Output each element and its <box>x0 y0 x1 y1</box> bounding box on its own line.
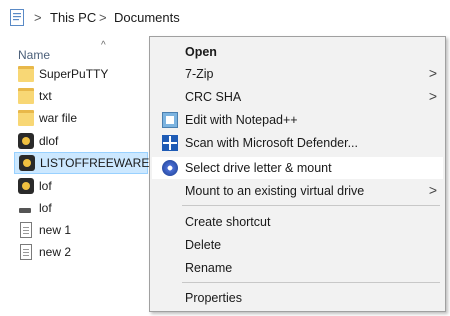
file-row-new-2[interactable]: new 2 <box>14 241 148 263</box>
menu-item-crc-sha[interactable]: CRC SHA > <box>152 86 443 108</box>
folder-icon <box>18 66 34 82</box>
menu-item-edit-notepad-plus-plus[interactable]: Edit with Notepad++ <box>152 109 443 131</box>
file-name: txt <box>39 89 52 103</box>
sort-ascending-icon: ^ <box>101 40 106 51</box>
file-row-new-1[interactable]: new 1 <box>14 219 148 241</box>
file-row-lof[interactable]: lof <box>14 175 148 197</box>
menu-item-scan-defender[interactable]: Scan with Microsoft Defender... <box>152 132 443 154</box>
menu-item-label: Create shortcut <box>185 215 271 229</box>
context-menu: Open 7-Zip > CRC SHA > Edit with Notepad… <box>149 36 446 312</box>
menu-item-7zip[interactable]: 7-Zip > <box>152 63 443 85</box>
menu-item-label: Properties <box>185 291 242 305</box>
chevron-right-icon: > <box>428 88 437 104</box>
menu-item-label: Edit with Notepad++ <box>185 113 298 127</box>
folder-icon <box>18 110 34 126</box>
folder-icon <box>18 88 34 104</box>
menu-item-label: CRC SHA <box>185 90 242 104</box>
menu-item-label: Rename <box>185 261 233 275</box>
file-name: dlof <box>39 134 59 148</box>
chevron-right-icon: > <box>428 182 437 198</box>
menu-item-label: Select drive letter & mount <box>185 161 332 175</box>
text-file-icon <box>20 244 32 260</box>
file-row-listoffreeware[interactable]: LISTOFFREEWARE <box>14 152 150 174</box>
document-folder-icon <box>10 9 24 26</box>
file-name: new 2 <box>39 245 72 259</box>
file-name: war file <box>39 111 78 125</box>
file-name: new 1 <box>39 223 72 237</box>
file-name: SuperPuTTY <box>39 67 109 81</box>
menu-item-delete[interactable]: Delete <box>152 234 443 256</box>
app-icon <box>18 133 34 149</box>
defender-shield-icon <box>162 135 178 151</box>
text-file-icon <box>20 222 32 238</box>
menu-item-create-shortcut[interactable]: Create shortcut <box>152 211 443 233</box>
menu-item-label: Scan with Microsoft Defender... <box>185 136 358 150</box>
menu-item-label: Open <box>185 45 217 59</box>
menu-item-label: Mount to an existing virtual drive <box>185 184 365 198</box>
menu-item-open[interactable]: Open <box>152 41 443 63</box>
column-header-name[interactable]: Name <box>18 48 50 62</box>
menu-separator <box>182 282 440 283</box>
menu-item-rename[interactable]: Rename <box>152 257 443 279</box>
file-row-txt[interactable]: txt <box>14 85 148 107</box>
menu-item-label: Delete <box>185 238 222 252</box>
file-list: Name ^ SuperPuTTY txt war file dlof LIST… <box>0 36 150 316</box>
breadcrumb-this-pc[interactable]: This PC <box>50 10 96 25</box>
menu-item-select-drive-letter-mount[interactable]: Select drive letter & mount <box>152 157 443 179</box>
menu-item-properties[interactable]: Properties <box>152 287 443 309</box>
notepad-plus-plus-icon <box>162 112 178 128</box>
breadcrumb-chevron-icon: > <box>99 10 107 25</box>
file-name: lof <box>39 201 52 215</box>
menu-item-mount-existing-virtual-drive[interactable]: Mount to an existing virtual drive > <box>152 180 443 202</box>
app-icon <box>19 155 35 171</box>
chevron-right-icon: > <box>428 65 437 81</box>
file-row-lof-drive[interactable]: lof <box>14 197 148 219</box>
drive-icon <box>18 200 34 216</box>
breadcrumb-documents[interactable]: Documents <box>114 10 180 25</box>
breadcrumb-chevron-icon: > <box>34 10 42 25</box>
file-row-superputty[interactable]: SuperPuTTY <box>14 63 148 85</box>
menu-item-label: 7-Zip <box>185 67 214 81</box>
file-row-war-file[interactable]: war file <box>14 107 148 129</box>
menu-separator <box>182 205 440 206</box>
file-row-dlof[interactable]: dlof <box>14 130 148 152</box>
app-icon <box>18 178 34 194</box>
address-bar[interactable]: > This PC > Documents <box>0 0 450 36</box>
mount-drive-icon <box>162 160 178 176</box>
file-name: LISTOFFREEWARE <box>40 156 150 170</box>
file-name: lof <box>39 179 52 193</box>
